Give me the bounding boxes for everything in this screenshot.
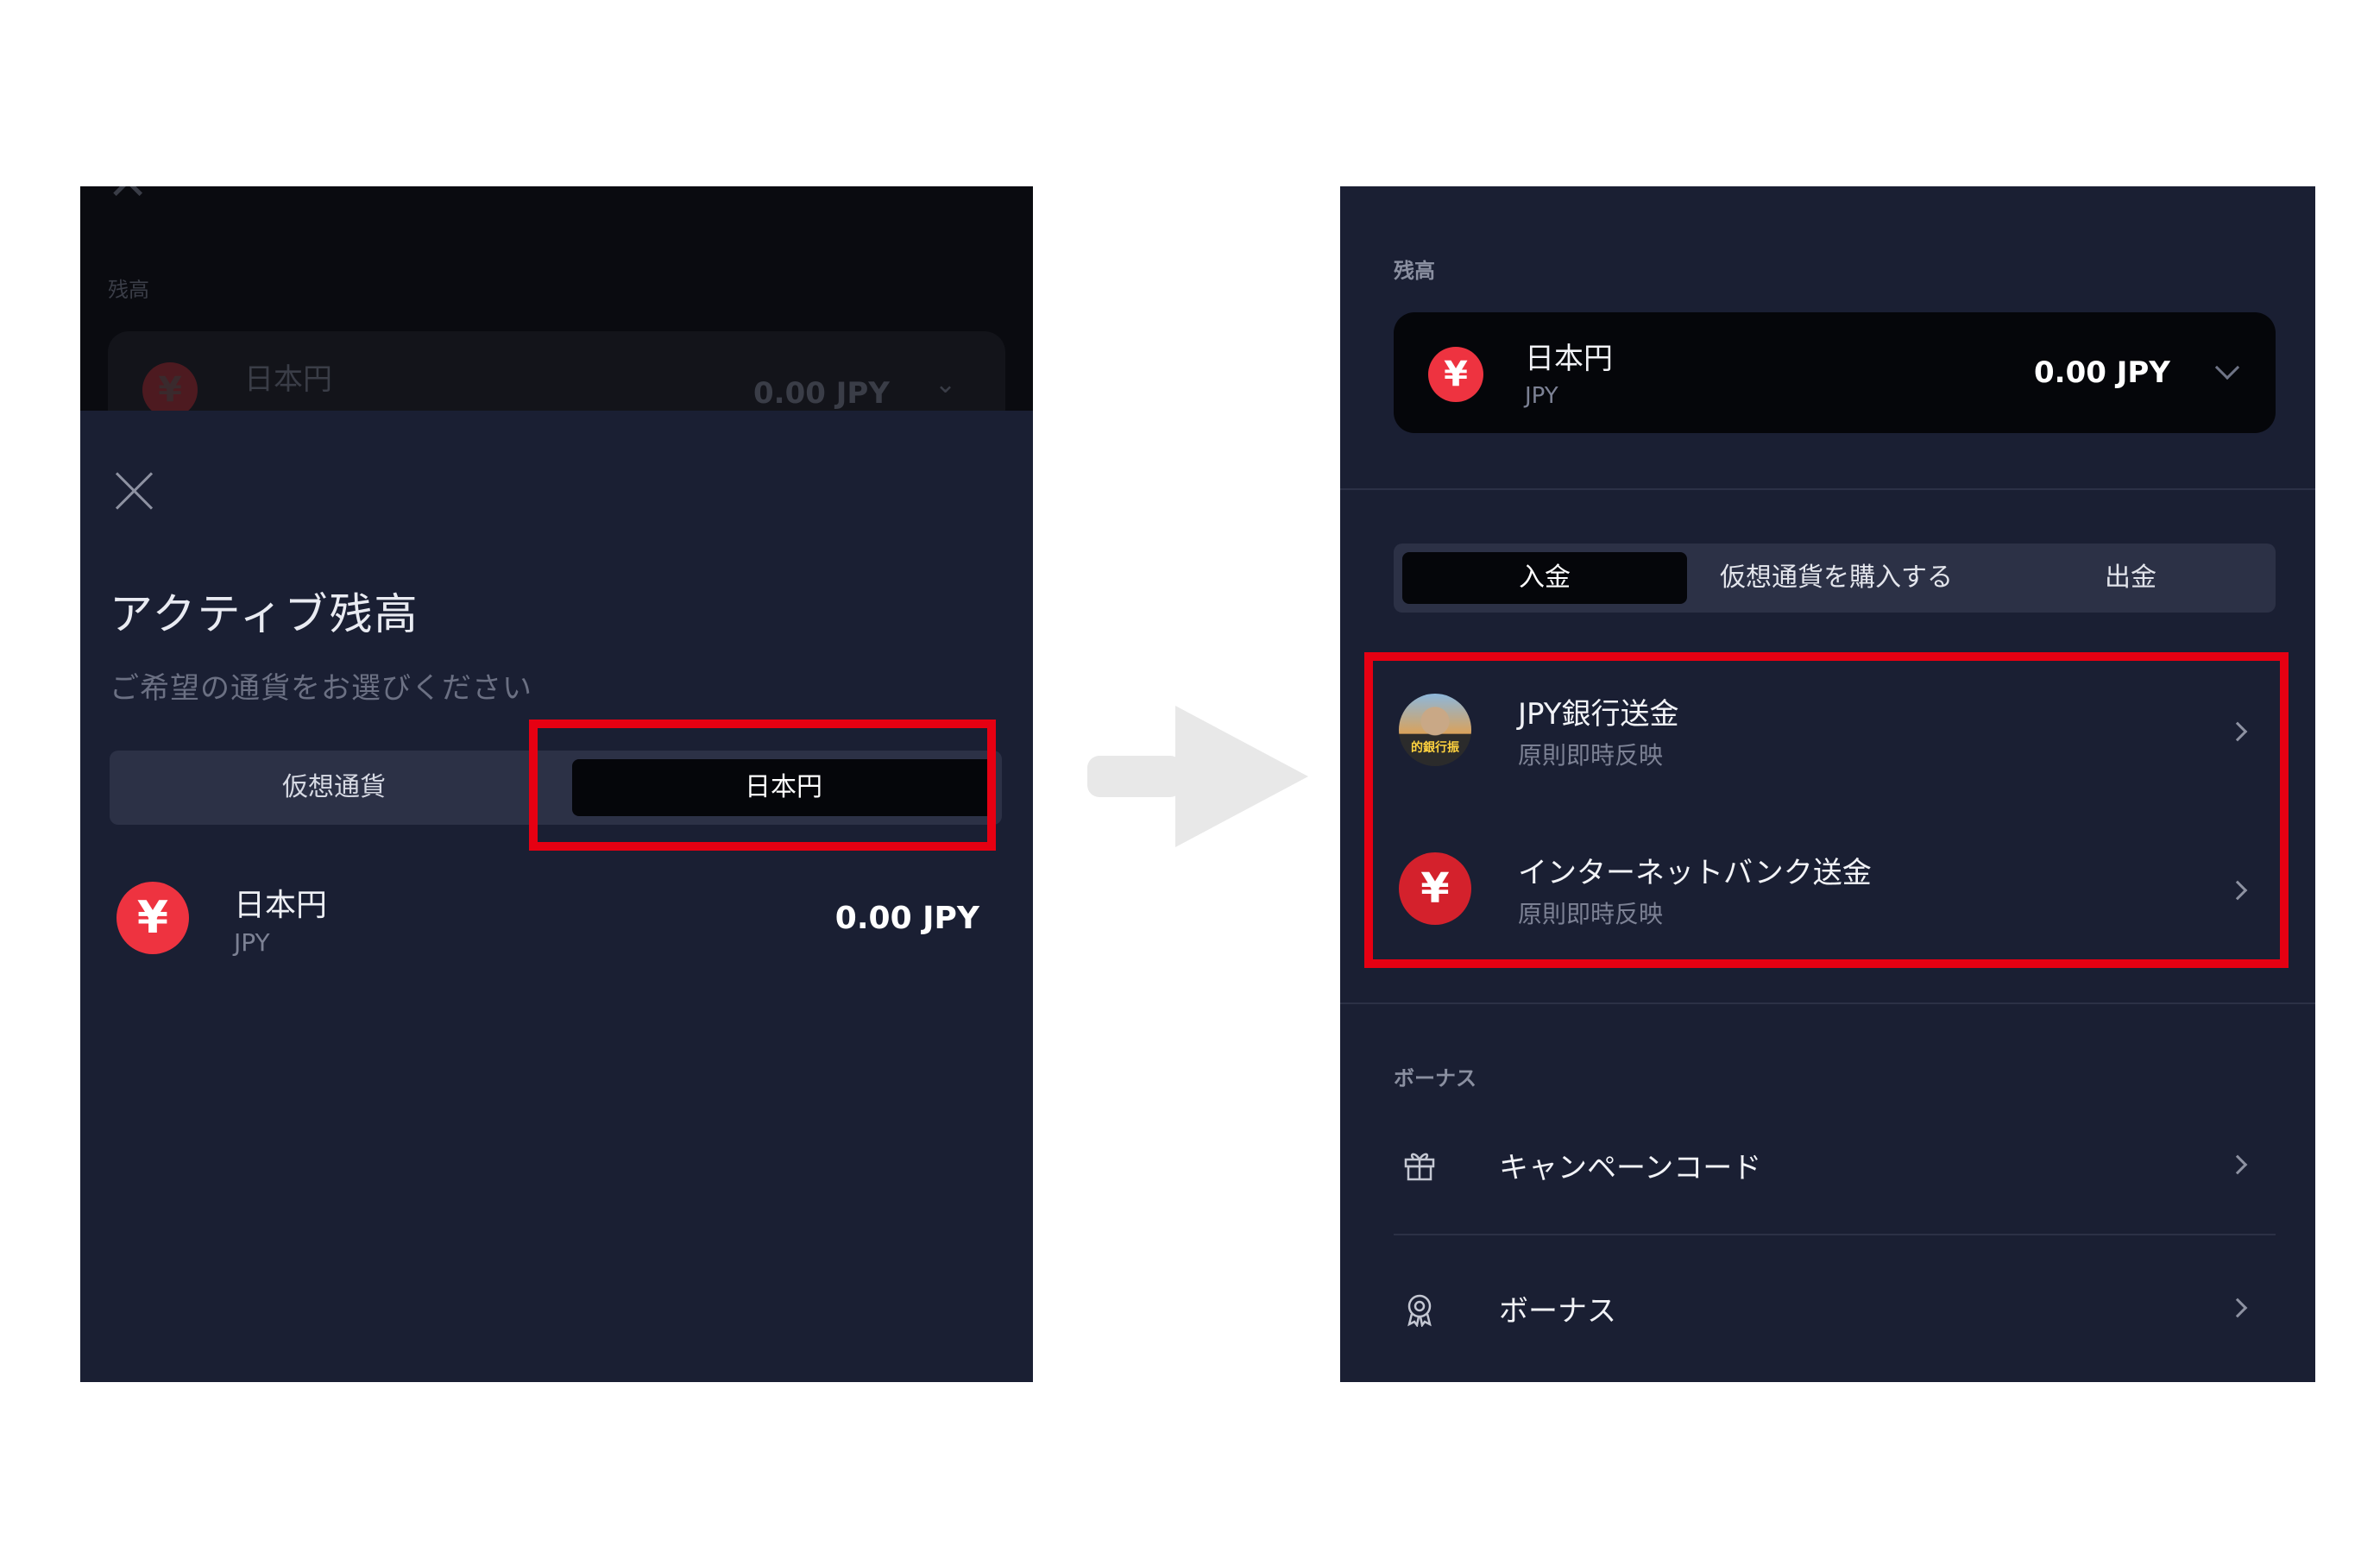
currency-name: 日本円 (234, 888, 328, 923)
sheet-subtitle: ご希望の通貨をお選びください (110, 671, 532, 706)
tab-buy-crypto[interactable]: 仮想通貨を購入する (1687, 544, 1986, 613)
close-icon[interactable] (115, 471, 154, 511)
tab-deposit[interactable]: 入金 (1402, 552, 1687, 604)
balance-currency-name: 日本円 (1525, 342, 1613, 376)
arrow-shaft (1087, 756, 1182, 797)
divider (1394, 1234, 2276, 1235)
dimmed-balance-label: 残高 (108, 278, 149, 302)
chevron-right-icon (2227, 1298, 2248, 1318)
campaign-code-label: キャンペーンコード (1499, 1151, 1762, 1185)
sheet-title: アクティブ残高 (110, 589, 419, 639)
divider (1340, 488, 2315, 490)
divider (1340, 1002, 2315, 1004)
dimmed-chevron-down-icon: ⌄ (935, 369, 957, 399)
dimmed-yen-icon: ¥ (142, 362, 198, 411)
arrow-right-icon (1175, 706, 1308, 847)
currency-code: JPY (234, 928, 270, 957)
chevron-right-icon (2227, 1154, 2248, 1175)
balance-currency-code: JPY (1525, 383, 1558, 409)
balance-label: 残高 (1394, 259, 1435, 283)
balance-amount: 0.00 JPY (2034, 355, 2170, 390)
tab-withdraw[interactable]: 出金 (1986, 544, 2276, 613)
badge-icon (1407, 1294, 1432, 1327)
action-tabs: 入金 仮想通貨を購入する 出金 (1394, 544, 2276, 613)
bonus-label: ボーナス (1499, 1294, 1616, 1329)
currency-amount: 0.00 JPY (834, 901, 979, 936)
dimmed-background: × 残高 ¥ 日本円 0.00 JPY ⌄ (80, 186, 1033, 411)
highlight-box (1364, 652, 2289, 968)
yen-icon: ¥ (1428, 347, 1483, 402)
dimmed-balance-amount: 0.00 JPY (753, 376, 890, 411)
highlight-box (529, 720, 996, 851)
bonus-section-label: ボーナス (1394, 1066, 1476, 1090)
gift-icon (1404, 1153, 1435, 1181)
tab-crypto[interactable]: 仮想通貨 (110, 751, 558, 825)
yen-icon: ¥ (116, 882, 189, 954)
dimmed-currency-name: 日本円 (244, 362, 332, 397)
dimmed-close-icon: × (106, 186, 149, 211)
